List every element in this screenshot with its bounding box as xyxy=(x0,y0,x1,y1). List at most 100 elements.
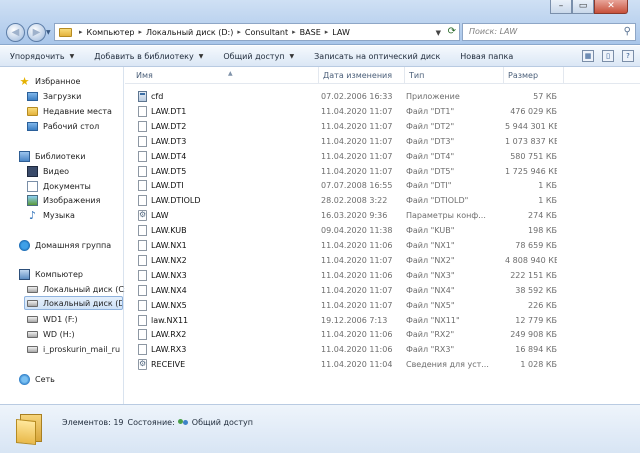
nav-downloads[interactable]: Загрузки xyxy=(27,89,81,103)
new-folder-button[interactable]: Новая папка xyxy=(450,46,523,67)
maximize-button[interactable]: ▭ xyxy=(572,0,594,14)
file-icon xyxy=(138,105,147,117)
new-folder-label: Новая папка xyxy=(460,51,514,61)
search-icon[interactable]: ⚲ xyxy=(624,24,631,40)
address-dropdown-icon[interactable]: ▼ xyxy=(436,29,441,37)
network-drive-icon xyxy=(27,345,38,353)
chevron-right-icon[interactable]: ▸ xyxy=(138,28,142,36)
view-options-icon[interactable]: ▦ xyxy=(582,50,594,62)
table-row[interactable]: LAW.DTIOLD 28.02.2008 3:22 Файл "DTIOLD" 1 … xyxy=(125,193,640,208)
add-to-library-label: Добавить в библиотеку xyxy=(94,51,194,61)
file-name: law.NX11 xyxy=(151,315,189,325)
file-icon xyxy=(138,240,147,251)
file-date: 11.04.2020 11:07 xyxy=(321,121,393,131)
file-name: RECEIVE xyxy=(151,360,186,370)
item-count: Элементов: 19 xyxy=(62,417,124,427)
file-name: LAW.NX1 xyxy=(151,241,187,250)
file-size: 198 КБ xyxy=(528,226,557,236)
table-row[interactable]: LAW.RX3 11.04.2020 11:06 Файл "RX3" 16 894 … xyxy=(125,342,640,357)
table-row[interactable]: LAW.NX3 11.04.2020 11:06 Файл "NX3" 222 151… xyxy=(125,268,640,283)
search-input[interactable]: Поиск: LAW ⚲ xyxy=(462,23,636,41)
file-date: 11.04.2020 11:06 xyxy=(321,345,393,355)
nav-drive-f[interactable]: WD1 (F:) xyxy=(27,312,78,326)
table-row[interactable]: RECEIVE 11.04.2020 11:04 Сведения для уст.… xyxy=(125,357,640,372)
help-icon[interactable]: ? xyxy=(622,50,634,62)
column-name[interactable]: Имя ▲ xyxy=(132,67,319,84)
nav-favorites[interactable]: ★ Избранное xyxy=(19,74,81,88)
back-button[interactable]: ◀ xyxy=(6,23,25,42)
nav-documents[interactable]: Документы xyxy=(27,179,91,193)
file-icon xyxy=(138,284,147,296)
breadcrumb-drive-d[interactable]: Локальный диск (D:) xyxy=(146,28,233,37)
table-row[interactable]: LAW.NX1 11.04.2020 11:06 Файл "NX1" 78 659 … xyxy=(125,238,640,253)
column-date[interactable]: Дата изменения xyxy=(319,67,405,84)
file-size: 249 908 КБ xyxy=(510,330,557,340)
table-row[interactable]: LAW.DT5 11.04.2020 11:07 Файл "DT5" 1 725 9… xyxy=(125,164,640,179)
table-row[interactable]: LAW.KUB 09.04.2020 11:38 Файл "KUB" 198 КБ xyxy=(125,223,640,238)
nav-recent-places[interactable]: Недавние места xyxy=(27,104,112,118)
table-row[interactable]: LAW.DTI 07.07.2008 16:55 Файл "DTI" 1 КБ xyxy=(125,178,640,193)
column-type-label: Тип xyxy=(409,71,425,80)
table-row[interactable]: LAW.DT4 11.04.2020 11:07 Файл "DT4" 580 751… xyxy=(125,149,640,164)
nav-drive-d[interactable]: Локальный диск (D:) xyxy=(24,296,123,310)
nav-music[interactable]: ♪ Музыка xyxy=(27,208,75,222)
column-type[interactable]: Тип xyxy=(405,67,504,84)
table-row[interactable]: law.NX11 19.12.2006 7:13 Файл "NX11" 12 779… xyxy=(125,313,640,328)
address-bar[interactable]: ▸ Компьютер ▸ Локальный диск (D:) ▸ Cons… xyxy=(54,23,460,41)
chevron-right-icon[interactable]: ▸ xyxy=(79,28,83,36)
breadcrumb-base[interactable]: BASE xyxy=(300,28,321,37)
breadcrumb-consultant[interactable]: Consultant xyxy=(245,28,288,37)
status-bar: Элементов: 19 Состояние: Общий доступ xyxy=(0,404,640,453)
table-row[interactable]: cfd 07.02.2006 16:33 Приложение 57 КБ xyxy=(125,89,640,104)
file-size: 78 659 КБ xyxy=(515,241,557,250)
nav-libraries[interactable]: Библиотеки xyxy=(19,149,85,163)
add-to-library-button[interactable]: Добавить в библиотеку ▼ xyxy=(84,46,213,67)
table-row[interactable]: LAW.NX2 11.04.2020 11:07 Файл "NX2" 4 808 9… xyxy=(125,253,640,268)
file-type: Файл "NX4" xyxy=(406,285,455,295)
table-row[interactable]: LAW.RX2 11.04.2020 11:06 Файл "RX2" 249 908… xyxy=(125,327,640,342)
column-size[interactable]: Размер xyxy=(504,67,564,84)
nav-desktop[interactable]: Рабочий стол xyxy=(27,119,99,133)
nav-drive-c[interactable]: Локальный диск (C:) xyxy=(27,282,130,296)
file-type: Файл "NX2" xyxy=(406,255,455,265)
shared-icon xyxy=(177,417,189,427)
file-type: Файл "DT2" xyxy=(406,121,455,131)
share-button[interactable]: Общий доступ ▼ xyxy=(213,46,304,67)
chevron-right-icon[interactable]: ▸ xyxy=(237,28,241,36)
nav-images[interactable]: Изображения xyxy=(27,193,100,207)
organize-button[interactable]: Упорядочить ▼ xyxy=(0,46,84,67)
chevron-right-icon[interactable]: ▸ xyxy=(325,28,329,36)
refresh-icon[interactable]: ⟳ xyxy=(448,26,456,37)
nav-video[interactable]: Видео xyxy=(27,164,69,178)
chevron-right-icon[interactable]: ▸ xyxy=(292,28,296,36)
nav-label: Видео xyxy=(43,166,70,176)
network-icon xyxy=(19,373,30,385)
nav-computer[interactable]: Компьютер xyxy=(19,267,83,281)
nav-drive-h[interactable]: WD (H:) xyxy=(27,327,75,341)
nav-network[interactable]: Сеть xyxy=(19,372,55,386)
breadcrumb-computer[interactable]: Компьютер xyxy=(87,28,135,37)
documents-icon xyxy=(27,180,38,192)
table-row[interactable]: LAW.NX5 11.04.2020 11:07 Файл "NX5" 226 КБ xyxy=(125,298,640,313)
nav-network-drive[interactable]: i_proskurin_mail_ru (\ xyxy=(27,342,123,356)
burn-button[interactable]: Записать на оптический диск xyxy=(304,46,450,67)
table-row[interactable]: LAW.DT3 11.04.2020 11:07 Файл "DT3" 1 073 8… xyxy=(125,134,640,149)
table-row[interactable]: LAW 16.03.2020 9:36 Параметры конф... 274 К… xyxy=(125,208,640,223)
file-date: 11.04.2020 11:07 xyxy=(321,151,393,161)
nav-homegroup[interactable]: Домашняя группа xyxy=(19,238,111,252)
preview-pane-icon[interactable]: ▯ xyxy=(602,50,614,62)
minimize-button[interactable]: – xyxy=(550,0,572,14)
file-name: LAW.DTI xyxy=(151,181,184,191)
file-type: Сведения для уст... xyxy=(406,360,489,370)
star-icon: ★ xyxy=(19,74,30,88)
table-row[interactable]: LAW.DT1 11.04.2020 11:07 Файл "DT1" 476 029… xyxy=(125,104,640,119)
table-row[interactable]: LAW.NX4 11.04.2020 11:07 Файл "NX4" 38 592 … xyxy=(125,283,640,298)
file-name: LAW.KUB xyxy=(151,226,187,236)
forward-button[interactable]: ▶ xyxy=(27,23,46,42)
file-name: LAW.DT2 xyxy=(151,121,187,131)
breadcrumb-law[interactable]: LAW xyxy=(332,28,350,37)
recent-pages-dropdown-icon[interactable]: ▼ xyxy=(46,29,51,36)
close-button[interactable]: ✕ xyxy=(594,0,628,14)
table-row[interactable]: LAW.DT2 11.04.2020 11:07 Файл "DT2" 5 944 3… xyxy=(125,119,640,134)
file-size: 4 808 940 КБ xyxy=(505,255,557,265)
